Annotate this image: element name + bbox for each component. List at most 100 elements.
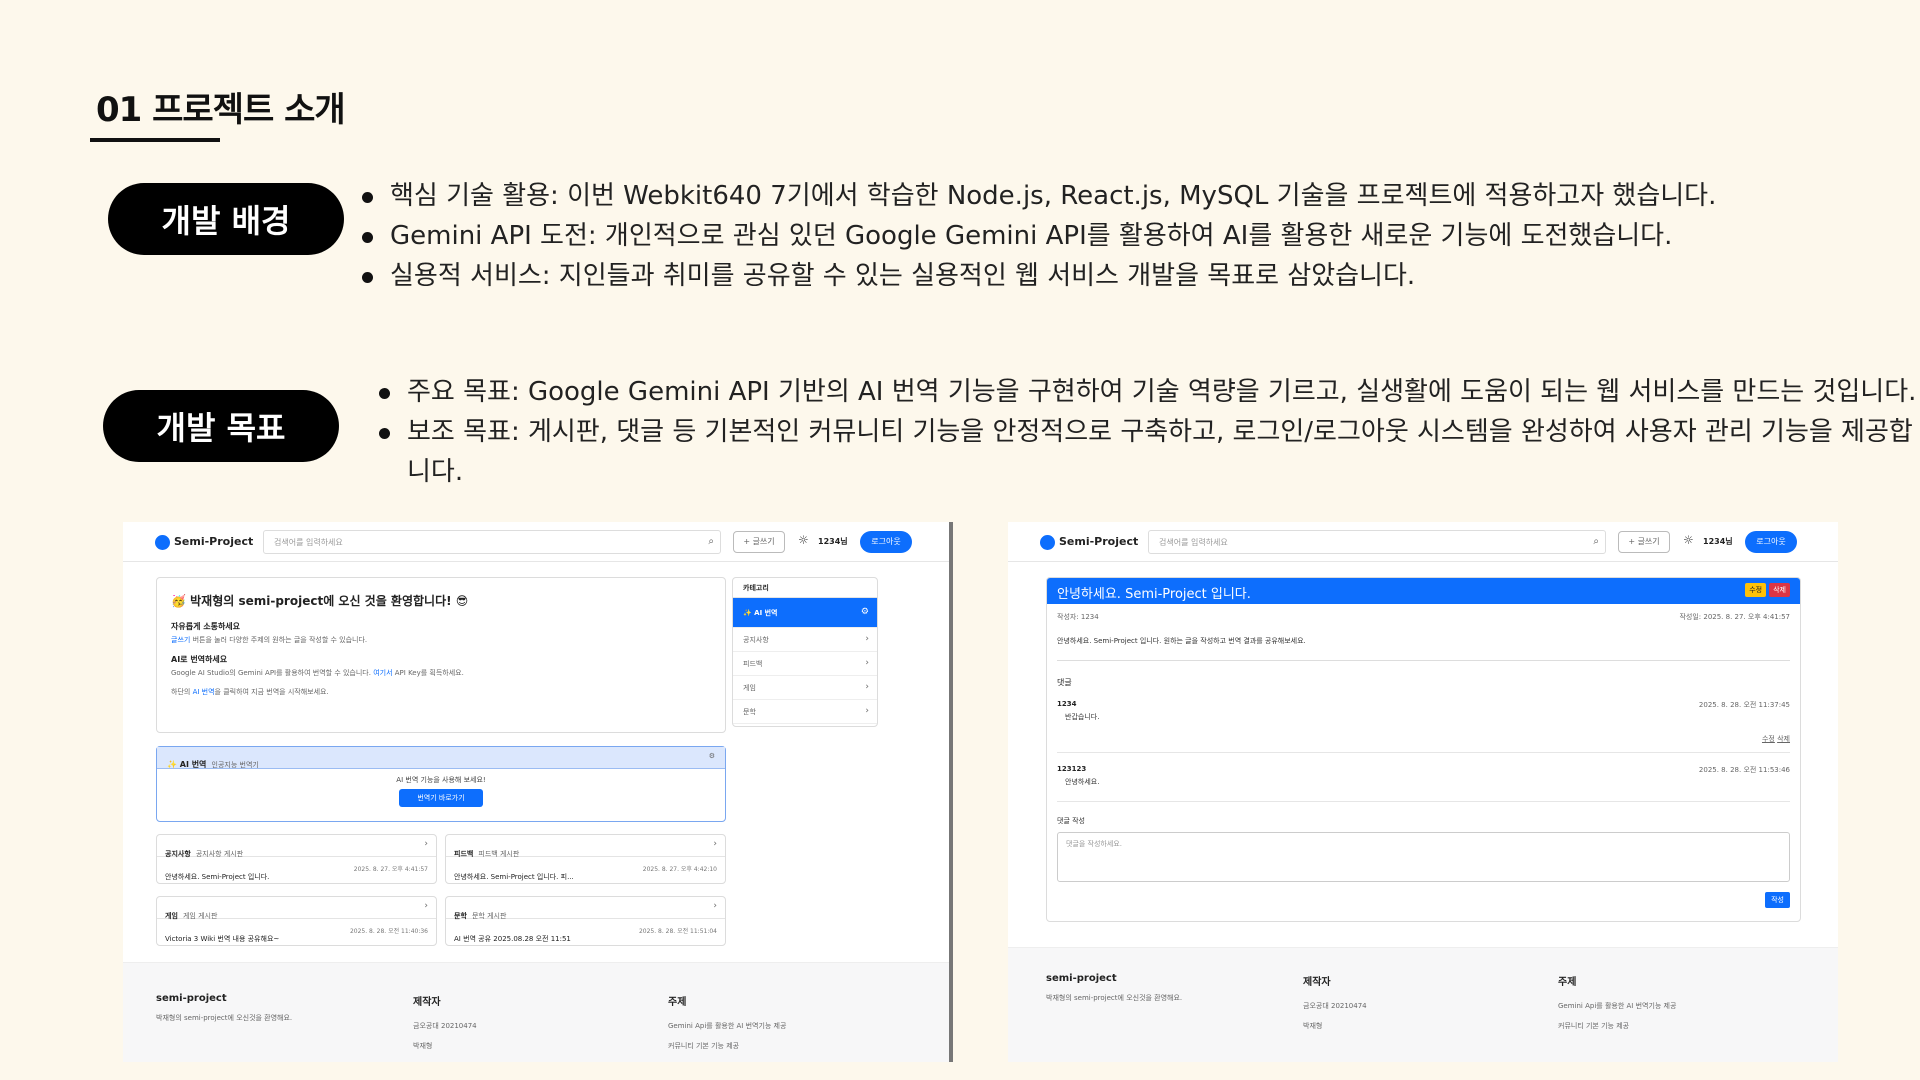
goal-label: 개발 목표 [103, 390, 339, 462]
category-label: 문학 [743, 708, 756, 716]
edit-button[interactable]: 수정 [1745, 583, 1767, 597]
category-panel: 카테고리 ✨ AI 번역 ⚙ 공지사항 › 피드백 › 게임 › 문학 › [732, 577, 878, 727]
category-item[interactable]: 게임 › [733, 676, 877, 700]
post-date: 작성일: 2025. 8. 27. 오후 4:41:57 [1679, 613, 1790, 621]
post-card: 안녕하세요. Semi-Project 입니다. 삭제 수정 작성자: 1234… [1046, 577, 1801, 922]
comments-label: 댓글 [1057, 678, 1072, 687]
footer-brand: semi-project [1046, 973, 1117, 984]
comment-edit-link[interactable]: 수정 [1762, 735, 1775, 743]
background-bullets: 핵심 기술 활용: 이번 Webkit640 7기에서 학습한 Node.js,… [360, 176, 1880, 296]
chevron-right-icon: › [865, 634, 869, 644]
footer-text: Gemini Api를 활용한 AI 번역기능 제공 [1558, 1002, 1677, 1010]
board-name: 공지사항 [165, 850, 191, 858]
comment-date: 2025. 8. 28. 오전 11:37:45 [1698, 701, 1790, 709]
board-sub: 공지사항 게시판 [195, 850, 244, 858]
board-post[interactable]: 안녕하세요. Semi-Project 입니다. 피... [454, 873, 574, 881]
footer-maker-title: 제작자 [1303, 977, 1331, 988]
ai-card-title: ✨ AI 번역 [167, 760, 207, 769]
comment-delete-link[interactable]: 삭제 [1777, 735, 1790, 743]
board-sub: 피드백 게시판 [478, 850, 520, 858]
category-item[interactable]: ✨ AI 번역 ⚙ [733, 598, 877, 628]
brand[interactable]: Semi-Project [174, 535, 253, 548]
post-body: 안녕하세요. Semi-Project 입니다. 원하는 글을 작성하고 번역 … [1057, 636, 1790, 661]
ai-translate-card: ✨ AI 번역 인공지능 번역기 ⚙ AI 번역 기능을 사용해 보세요! 번역… [156, 746, 726, 822]
footer-text: Gemini Api를 활용한 AI 번역기능 제공 [668, 1022, 787, 1030]
board-name: 문학 [454, 912, 467, 920]
bullet-item: Gemini API 도전: 개인적으로 관심 있던 Google Gemini… [360, 216, 1880, 256]
board-name: 게임 [165, 912, 178, 920]
category-label: 공지사항 [743, 636, 769, 644]
navbar: Semi-Project 검색어를 입력하세요 ⌕ + 글쓰기 ☼ 1234님 로… [1008, 522, 1838, 562]
chevron-right-icon: › [865, 658, 869, 668]
board-card[interactable]: 피드백 피드백 게시판 › 안녕하세요. Semi-Project 입니다. 피..… [445, 834, 726, 884]
comment-submit-button[interactable]: 작성 [1765, 892, 1790, 908]
board-sub: 게임 게시판 [182, 912, 218, 920]
brand[interactable]: Semi-Project [1059, 535, 1138, 548]
footer-text: 커뮤니티 기본 기능 제공 [1558, 1022, 1630, 1030]
search-input[interactable]: 검색어를 입력하세요 ⌕ [1148, 530, 1606, 554]
chevron-right-icon[interactable]: › [713, 839, 717, 849]
write-link[interactable]: 글쓰기 [171, 636, 190, 644]
footer-text: 금오공대 20210474 [1303, 1002, 1367, 1010]
ai-translate-link[interactable]: AI 번역 [193, 688, 215, 696]
comment-author: 1234 [1057, 700, 1077, 708]
comment-date: 2025. 8. 28. 오전 11:53:46 [1698, 766, 1790, 774]
chevron-right-icon[interactable]: › [424, 839, 428, 849]
delete-button[interactable]: 삭제 [1769, 583, 1790, 597]
title-underline [90, 138, 220, 142]
logo-icon [155, 535, 170, 550]
home-screenshot: Semi-Project 검색어를 입력하세요 ⌕ + 글쓰기 ☼ 1234님 로… [123, 522, 953, 1062]
board-post[interactable]: 안녕하세요. Semi-Project 입니다. [165, 873, 269, 881]
category-item[interactable]: 공지사항 › [733, 628, 877, 652]
board-post[interactable]: Victoria 3 Wiki 번역 내용 공유해요~ [165, 935, 279, 943]
footer-maker-title: 제작자 [413, 997, 441, 1008]
bullet-item: 실용적 서비스: 지인들과 취미를 공유할 수 있는 실용적인 웹 서비스 개발… [360, 256, 1880, 296]
board-card[interactable]: 문학 문학 게시판 › AI 번역 공유 2025.08.28 오전 11:51 20… [445, 896, 726, 946]
post-title: 안녕하세요. Semi-Project 입니다. [1057, 587, 1251, 602]
board-card[interactable]: 게임 게임 게시판 › Victoria 3 Wiki 번역 내용 공유해요~ 202… [156, 896, 437, 946]
comment-item: 123123 2025. 8. 28. 오전 11:53:46 안녕하세요. [1057, 765, 1790, 802]
bullet-item: 주요 목표: Google Gemini API 기반의 AI 번역 기능을 구… [377, 372, 1917, 412]
search-icon[interactable]: ⌕ [1593, 536, 1599, 547]
category-label: 피드백 [743, 660, 763, 668]
footer-text: 금오공대 20210474 [413, 1022, 477, 1030]
write-button[interactable]: + 글쓰기 [733, 531, 785, 553]
section-heading: AI로 번역하세요 [171, 655, 228, 664]
post-screenshot: Semi-Project 검색어를 입력하세요 ⌕ + 글쓰기 ☼ 1234님 로… [1008, 522, 1838, 1062]
board-post-date: 2025. 8. 27. 오후 4:41:57 [353, 866, 428, 873]
category-label: ✨ AI 번역 [743, 609, 778, 617]
write-button[interactable]: + 글쓰기 [1618, 531, 1670, 553]
footer-text: 커뮤니티 기본 기능 제공 [668, 1042, 740, 1050]
sun-icon[interactable]: ☼ [1683, 533, 1694, 547]
chevron-right-icon[interactable]: › [713, 901, 717, 911]
go-translator-button[interactable]: 번역기 바로가기 [399, 789, 483, 807]
sun-icon[interactable]: ☼ [798, 533, 809, 547]
board-card[interactable]: 공지사항 공지사항 게시판 › 안녕하세요. Semi-Project 입니다. 20… [156, 834, 437, 884]
background-label: 개발 배경 [108, 183, 344, 255]
category-item[interactable]: 문학 › [733, 700, 877, 724]
category-item[interactable]: 피드백 › [733, 652, 877, 676]
board-post[interactable]: AI 번역 공유 2025.08.28 오전 11:51 [454, 935, 571, 943]
search-input[interactable]: 검색어를 입력하세요 ⌕ [263, 530, 721, 554]
category-title: 카테고리 [733, 578, 877, 598]
logout-button[interactable]: 로그아웃 [860, 531, 912, 553]
comment-text: 안녕하세요. [1065, 778, 1100, 786]
logout-button[interactable]: 로그아웃 [1745, 531, 1797, 553]
logo-icon [1040, 535, 1055, 550]
comment-item: 1234 2025. 8. 28. 오전 11:37:45 반갑습니다. 수정 삭… [1057, 700, 1790, 753]
comment-textarea[interactable]: 댓글을 작성하세요. [1057, 832, 1790, 882]
board-post-date: 2025. 8. 27. 오후 4:42:10 [642, 866, 717, 873]
footer-text: 박재형의 semi-project에 오신것을 환영해요. [1046, 994, 1183, 1002]
board-sub: 문학 게시판 [471, 912, 507, 920]
search-icon[interactable]: ⌕ [708, 536, 714, 547]
api-key-link[interactable]: 여기서 [373, 669, 392, 677]
robot-icon: ⚙ [860, 607, 869, 617]
robot-icon: ⚙ [708, 752, 715, 760]
section-title: 01 프로젝트 소개 [96, 90, 346, 130]
welcome-title: 🥳 박재형의 semi-project에 오신 것을 환영합니다! 😎 [171, 594, 469, 608]
chevron-right-icon[interactable]: › [424, 901, 428, 911]
board-name: 피드백 [454, 850, 474, 858]
post-author: 작성자: 1234 [1057, 613, 1099, 621]
category-label: 게임 [743, 684, 756, 692]
board-post-date: 2025. 8. 28. 오전 11:51:04 [638, 928, 717, 935]
